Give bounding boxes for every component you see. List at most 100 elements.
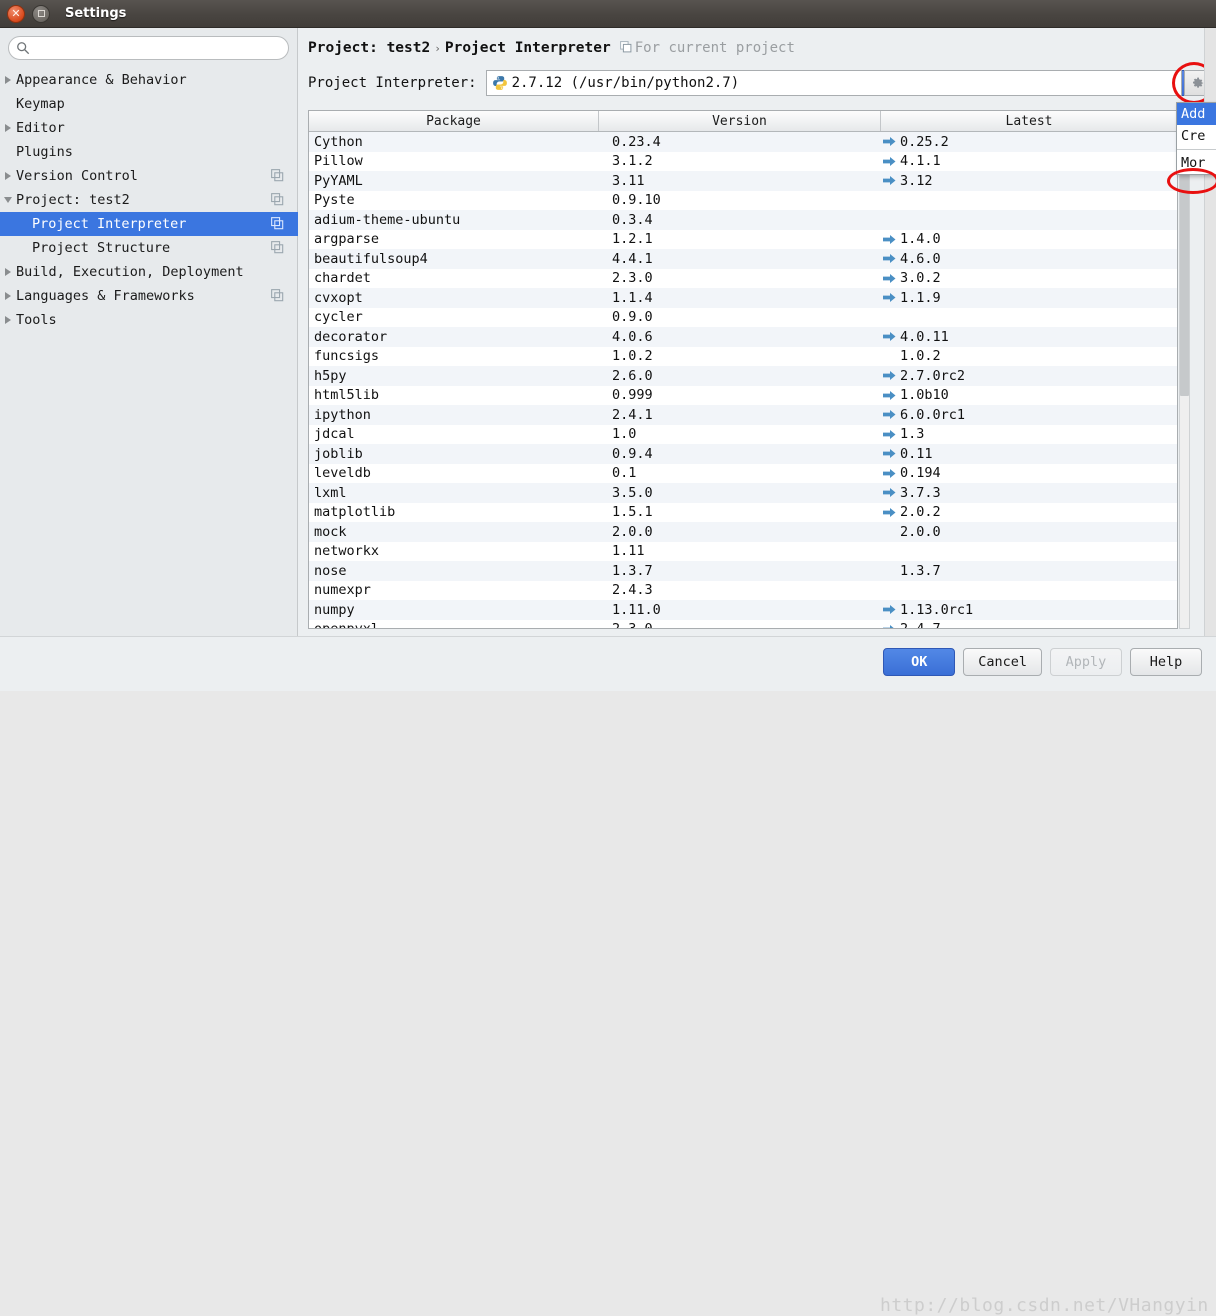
settings-tree[interactable]: Appearance & Behavior Keymap Editor Plugins… xyxy=(0,68,298,332)
chevron-right-icon[interactable] xyxy=(0,124,16,132)
copy-icon[interactable] xyxy=(271,169,284,182)
search-input[interactable] xyxy=(8,36,289,60)
gear-dropdown-menu[interactable]: Add Cre Mor xyxy=(1176,102,1216,175)
table-row[interactable]: openpyxl2.3.0 2.4.7 xyxy=(309,619,1177,628)
cell-version: 3.5.0 xyxy=(612,484,653,501)
sidebar-item-keymap[interactable]: Keymap xyxy=(0,92,298,116)
upgrade-arrow-icon[interactable] xyxy=(883,507,896,518)
chevron-right-icon[interactable] xyxy=(0,172,16,180)
window-titlebar: ✕ Settings xyxy=(0,0,1216,28)
table-row[interactable]: numexpr 2.4.3 xyxy=(309,580,1177,600)
sidebar-item-project-interpreter[interactable]: Project Interpreter xyxy=(0,212,298,236)
chevron-right-icon[interactable] xyxy=(0,76,16,84)
upgrade-arrow-icon[interactable] xyxy=(883,624,896,628)
packages-table-body[interactable]: Cython 0.23.4 0.25.2 Pillow 3.1.2 4.1.1 PyYAML… xyxy=(309,132,1177,628)
table-row[interactable]: leveldb 0.1 0.194 xyxy=(309,463,1177,483)
table-row[interactable]: Pillow 3.1.2 4.1.1 xyxy=(309,151,1177,171)
table-row[interactable]: beautifulsoup4 4.4.1 4.6.0 xyxy=(309,249,1177,269)
cell-latest: 4.6.0 xyxy=(880,249,1177,269)
settings-sidebar: Appearance & Behavior Keymap Editor Plugins… xyxy=(0,28,298,636)
menu-item-mor[interactable]: Mor xyxy=(1177,152,1216,174)
latest-version-text: 0.25.2 xyxy=(900,133,949,150)
table-row[interactable]: nose 1.3.7 1.3.7 xyxy=(309,561,1177,581)
table-row[interactable]: joblib 0.9.4 0.11 xyxy=(309,444,1177,464)
menu-item-add[interactable]: Add xyxy=(1177,103,1216,125)
interpreter-select[interactable]: 2.7.12 (/usr/bin/python2.7) xyxy=(485,70,1182,96)
copy-icon[interactable] xyxy=(271,289,284,302)
sidebar-item-project-structure[interactable]: Project Structure xyxy=(0,236,298,260)
ok-button[interactable]: OK xyxy=(883,648,956,676)
sidebar-item-plugins[interactable]: Plugins xyxy=(0,140,298,164)
upgrade-arrow-icon[interactable] xyxy=(883,448,896,459)
table-row[interactable]: decorator 4.0.6 4.0.11 xyxy=(309,327,1177,347)
table-row[interactable]: PyYAML 3.11 3.12 xyxy=(309,171,1177,191)
sidebar-item-tools[interactable]: Tools xyxy=(0,308,298,332)
upgrade-arrow-icon[interactable] xyxy=(883,175,896,186)
copy-icon[interactable] xyxy=(271,241,284,254)
copy-icon[interactable] xyxy=(271,193,284,206)
table-row[interactable]: matplotlib 1.5.1 2.0.2 xyxy=(309,502,1177,522)
upgrade-arrow-icon[interactable] xyxy=(883,331,896,342)
table-row[interactable]: argparse 1.2.1 1.4.0 xyxy=(309,229,1177,250)
column-header-version[interactable]: Version xyxy=(598,111,880,131)
table-row[interactable]: cycler 0.9.0 xyxy=(309,307,1177,327)
chevron-right-icon[interactable] xyxy=(0,292,16,300)
table-row[interactable]: funcsigs 1.0.2 1.0.2 xyxy=(309,346,1177,366)
cell-latest: 0.11 xyxy=(880,444,1177,464)
cell-latest: 2.4.7 xyxy=(880,620,1177,628)
dialog-footer: OK Cancel Apply Help http://blog.csdn.net/V… xyxy=(0,636,1216,1316)
upgrade-arrow-icon[interactable] xyxy=(883,604,896,615)
table-row[interactable]: mock 2.0.0 2.0.0 xyxy=(309,522,1177,542)
upgrade-arrow-icon[interactable] xyxy=(883,390,896,401)
column-header-latest[interactable]: Latest xyxy=(880,111,1177,131)
upgrade-arrow-icon[interactable] xyxy=(883,234,896,245)
upgrade-arrow-icon[interactable] xyxy=(883,253,896,264)
table-row[interactable]: Cython 0.23.4 0.25.2 xyxy=(309,132,1177,152)
table-row[interactable]: lxml 3.5.0 3.7.3 xyxy=(309,483,1177,503)
upgrade-arrow-icon[interactable] xyxy=(883,292,896,303)
upgrade-arrow-icon[interactable] xyxy=(883,370,896,381)
sidebar-item-appearance-behavior[interactable]: Appearance & Behavior xyxy=(0,68,298,92)
chevron-right-icon[interactable] xyxy=(0,316,16,324)
sidebar-item-project-test2[interactable]: Project: test2 xyxy=(0,188,298,212)
table-row[interactable]: cvxopt 1.1.4 1.1.9 xyxy=(309,288,1177,308)
upgrade-arrow-icon[interactable] xyxy=(883,487,896,498)
close-icon[interactable]: ✕ xyxy=(7,4,25,23)
menu-item-cre[interactable]: Cre xyxy=(1177,125,1216,147)
table-row[interactable]: adium-theme-ubuntu 0.3.4 xyxy=(309,210,1177,230)
sidebar-item-languages-frameworks[interactable]: Languages & Frameworks xyxy=(0,284,298,308)
help-button[interactable]: Help xyxy=(1130,648,1202,676)
table-row[interactable]: chardet 2.3.0 3.0.2 xyxy=(309,268,1177,288)
upgrade-arrow-icon[interactable] xyxy=(883,273,896,284)
table-row[interactable]: Pyste 0.9.10 xyxy=(309,190,1177,210)
table-row[interactable]: ipython 2.4.1 6.0.0rc1 xyxy=(309,405,1177,425)
latest-version-text: 4.1.1 xyxy=(900,153,941,170)
table-row[interactable]: html5lib 0.999 1.0b10 xyxy=(309,385,1177,405)
packages-scrollbar[interactable] xyxy=(1179,110,1190,629)
sidebar-item-build-execution-deployment[interactable]: Build, Execution, Deployment xyxy=(0,260,298,284)
breadcrumb-root[interactable]: Project: xyxy=(308,40,378,56)
breadcrumb-project[interactable]: test2 xyxy=(387,40,431,56)
sidebar-item-version-control[interactable]: Version Control xyxy=(0,164,298,188)
copy-icon[interactable] xyxy=(271,217,284,230)
table-row[interactable]: networkx 1.11 xyxy=(309,541,1177,561)
upgrade-arrow-icon[interactable] xyxy=(883,429,896,440)
search-box[interactable] xyxy=(8,36,289,60)
chevron-right-icon[interactable] xyxy=(0,268,16,276)
cell-latest: 2.0.0 xyxy=(880,522,1177,542)
cell-latest: 1.4.0 xyxy=(880,230,1177,250)
cell-package: openpyxl xyxy=(309,620,598,628)
upgrade-arrow-icon[interactable] xyxy=(883,156,896,167)
upgrade-arrow-icon[interactable] xyxy=(883,468,896,479)
upgrade-arrow-icon[interactable] xyxy=(883,409,896,420)
upgrade-arrow-icon[interactable] xyxy=(883,136,896,147)
table-row[interactable]: h5py 2.6.0 2.7.0rc2 xyxy=(309,366,1177,386)
sidebar-item-editor[interactable]: Editor xyxy=(0,116,298,140)
table-row[interactable]: numpy 1.11.0 1.13.0rc1 xyxy=(309,600,1177,620)
cancel-button[interactable]: Cancel xyxy=(963,648,1042,676)
sidebar-item-label: Appearance & Behavior xyxy=(16,72,187,88)
table-row[interactable]: jdcal 1.0 1.3 xyxy=(309,424,1177,444)
maximize-icon[interactable] xyxy=(32,4,50,23)
column-header-package[interactable]: Package xyxy=(309,111,598,131)
chevron-down-icon[interactable] xyxy=(0,197,16,203)
